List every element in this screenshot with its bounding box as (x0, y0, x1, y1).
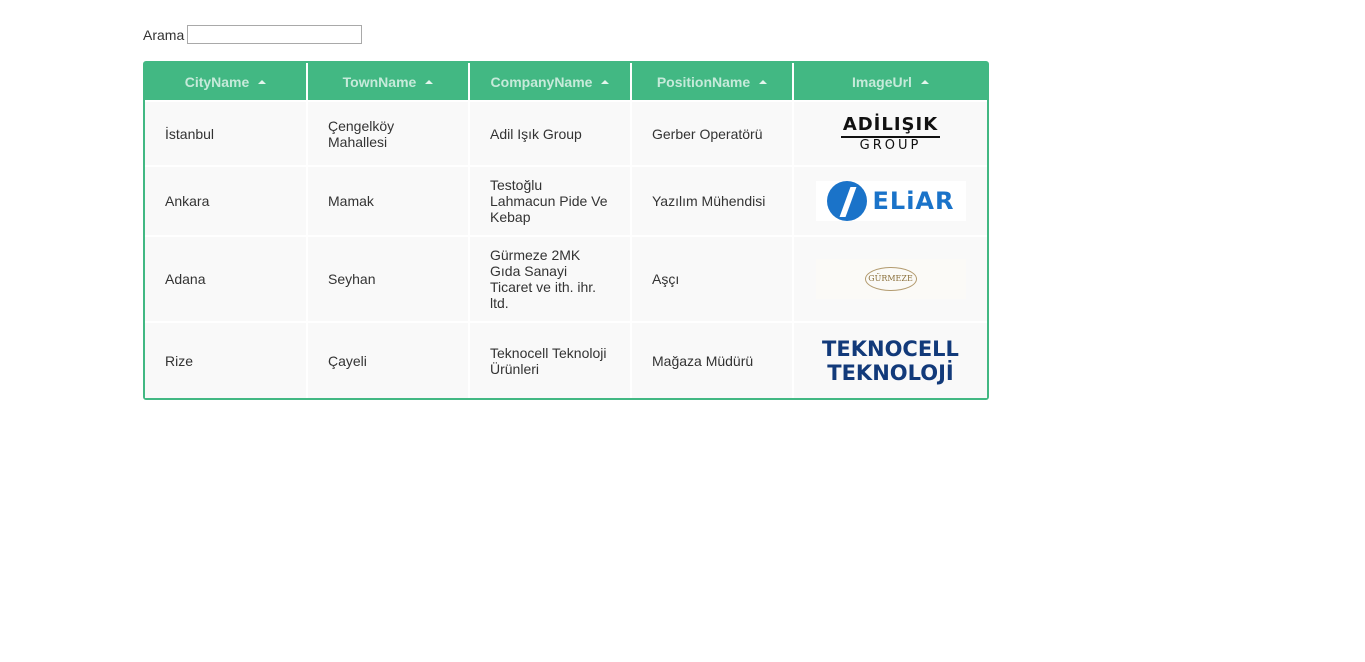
company-cell: Gürmeze 2MK Gıda Sanayi Ticaret ve ith. … (468, 235, 631, 322)
search-bar: Arama (143, 24, 363, 45)
city-cell: Rize (145, 321, 307, 398)
position-cell: Yazılım Mühendisi (630, 165, 793, 236)
search-label: Arama (143, 26, 185, 43)
city-cell: İstanbul (145, 100, 307, 166)
company-cell: Teknocell Teknoloji Ürünleri (468, 321, 631, 398)
table-row: Ankara Mamak Testoğlu Lahmacun Pide Ve K… (145, 165, 987, 236)
eliar-emblem-icon (826, 181, 867, 221)
image-cell: GÜRMEZE (792, 235, 987, 322)
column-header-label: CompanyName (490, 73, 593, 90)
column-header-label: PositionName (656, 73, 751, 90)
column-header-imageurl[interactable]: ImageUrl (792, 63, 987, 101)
table-body: İstanbul Çengelköy Mahallesi Adil Işık G… (145, 100, 987, 398)
logo-text: ELiAR (872, 187, 955, 215)
image-cell: TEKNOCELL TEKNOLOJİ (792, 321, 987, 398)
town-cell: Çayeli (306, 321, 469, 398)
logo-subtext: TEKNOLOJİ (827, 360, 954, 385)
gurmeze-logo: GÜRMEZE (815, 259, 966, 299)
town-cell: Seyhan (306, 235, 469, 322)
sort-asc-icon (601, 79, 610, 84)
search-input[interactable] (187, 25, 363, 44)
teknocell-logo: TEKNOCELL TEKNOLOJİ (816, 336, 966, 386)
table-row: Rize Çayeli Teknocell Teknoloji Ürünleri… (145, 321, 987, 398)
image-cell: ELiAR (792, 165, 987, 236)
table-header: CityName TownName CompanyName PositionNa… (145, 63, 987, 101)
logo-subtext: GROUP (859, 137, 922, 153)
column-header-positionname[interactable]: PositionName (630, 63, 793, 101)
sort-asc-icon (425, 79, 434, 84)
company-cell: Adil Işık Group (468, 100, 631, 166)
position-cell: Gerber Operatörü (630, 100, 793, 166)
table-row: İstanbul Çengelköy Mahallesi Adil Işık G… (145, 100, 987, 166)
image-cell: ADİLIŞIK GROUP (792, 100, 987, 166)
company-cell: Testoğlu Lahmacun Pide Ve Kebap (468, 165, 631, 236)
city-cell: Adana (145, 235, 307, 322)
grid-table: CityName TownName CompanyName PositionNa… (145, 63, 987, 398)
town-cell: Çengelköy Mahallesi (306, 100, 469, 166)
position-cell: Aşçı (630, 235, 793, 322)
adilisik-logo: ADİLIŞIK GROUP (816, 112, 966, 156)
logo-text: ADİLIŞIK (840, 114, 941, 138)
sort-asc-icon (920, 79, 929, 84)
gurmeze-emblem-icon: GÜRMEZE (864, 267, 917, 291)
position-cell: Mağaza Müdürü (630, 321, 793, 398)
column-header-label: CityName (184, 73, 250, 90)
column-header-companyname[interactable]: CompanyName (468, 63, 631, 101)
sort-asc-icon (258, 79, 267, 84)
column-header-label: TownName (342, 73, 417, 90)
data-grid: CityName TownName CompanyName PositionNa… (143, 61, 989, 400)
logo-text: GÜRMEZE (868, 274, 913, 283)
column-header-cityname[interactable]: CityName (145, 63, 307, 101)
logo-text: TEKNOCELL (822, 336, 959, 361)
column-header-label: ImageUrl (852, 73, 912, 90)
table-row: Adana Seyhan Gürmeze 2MK Gıda Sanayi Tic… (145, 235, 987, 322)
town-cell: Mamak (306, 165, 469, 236)
eliar-logo: ELiAR (815, 181, 966, 221)
sort-asc-icon (759, 79, 768, 84)
city-cell: Ankara (145, 165, 307, 236)
column-header-townname[interactable]: TownName (306, 63, 469, 101)
